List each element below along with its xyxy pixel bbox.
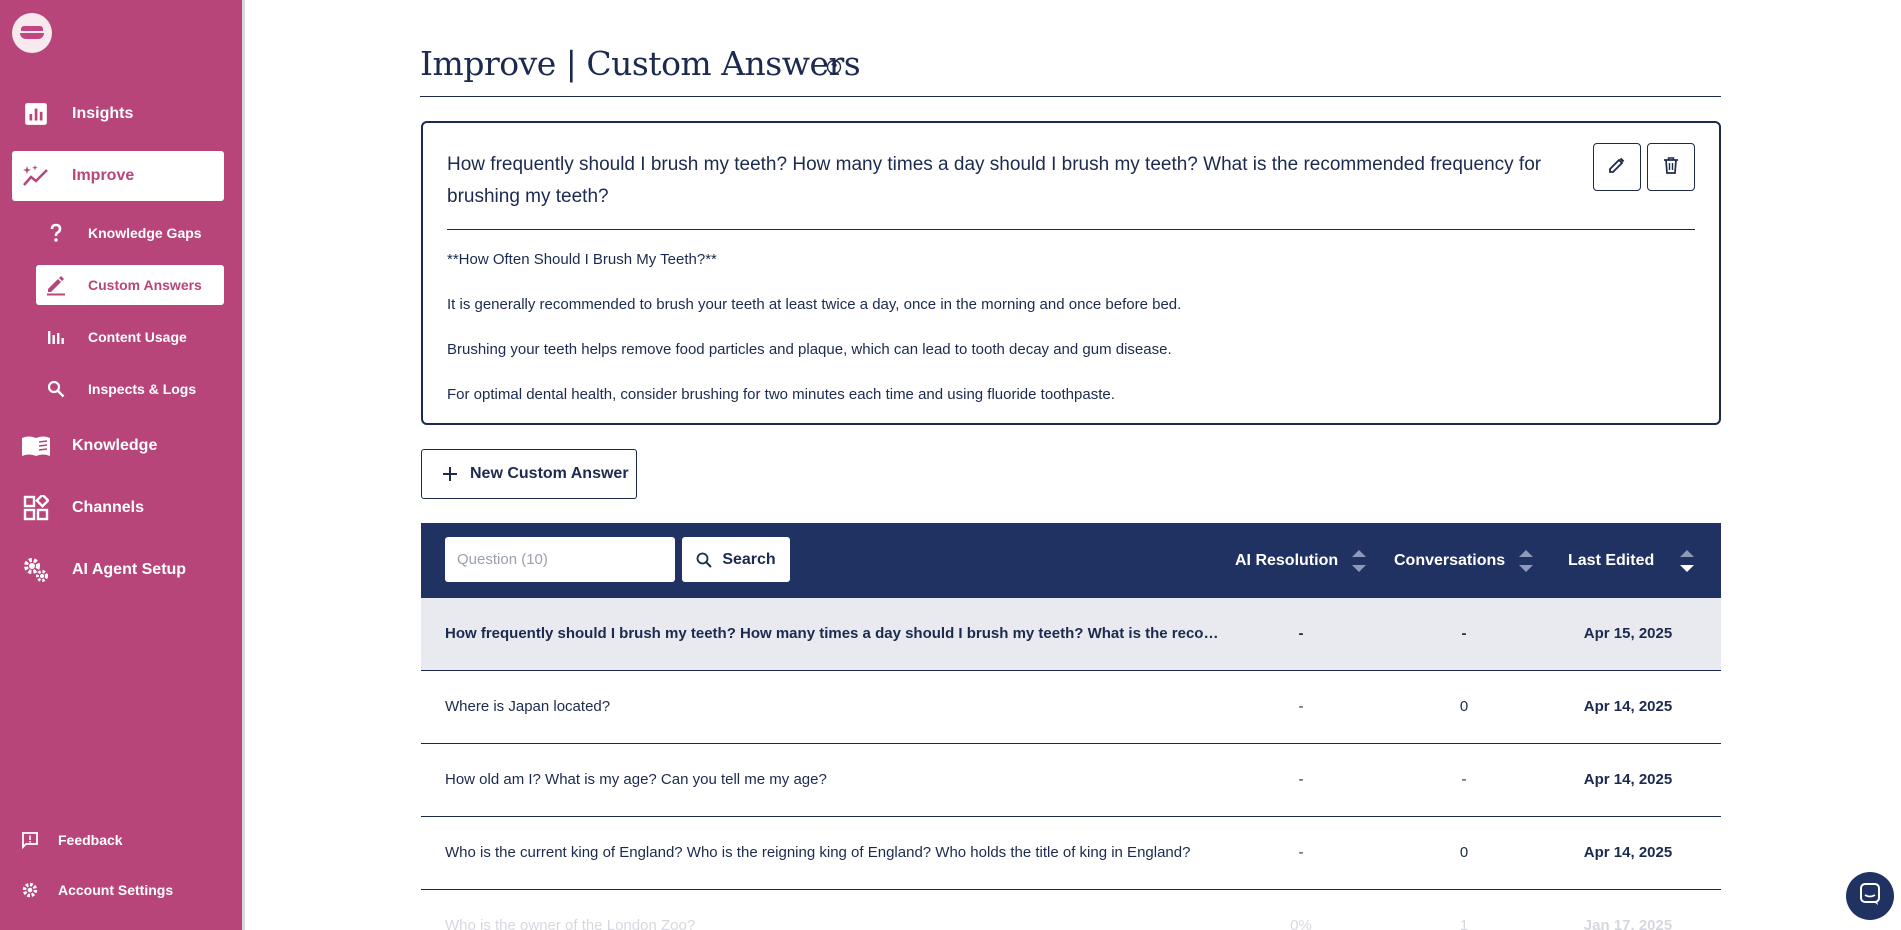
help-icon[interactable] — [826, 59, 842, 75]
new-custom-answer-button[interactable]: New Custom Answer — [421, 449, 637, 499]
row-conversations: - — [1461, 771, 1467, 788]
detail-divider — [447, 229, 1695, 230]
nav-knowledge[interactable]: Knowledge — [12, 421, 224, 471]
row-conversations: 0 — [1459, 698, 1469, 715]
row-last-edited: Apr 14, 2025 — [1583, 844, 1673, 861]
nav-channels[interactable]: Channels — [12, 483, 224, 533]
bars-icon — [36, 329, 76, 345]
sort-icon[interactable] — [1519, 549, 1534, 572]
answer-paragraph: Brushing your teeth helps remove food pa… — [447, 341, 1172, 358]
answer-paragraph: For optimal dental health, consider brus… — [447, 386, 1115, 403]
plus-icon — [442, 466, 458, 482]
feedback-icon — [12, 831, 48, 849]
sub-inspects-logs-label: Inspects & Logs — [88, 381, 197, 397]
row-last-edited: Jan 17, 2025 — [1583, 917, 1673, 930]
row-last-edited: Apr 14, 2025 — [1583, 771, 1673, 788]
widgets-icon — [12, 495, 60, 521]
column-conversations[interactable]: Conversations — [1394, 523, 1534, 598]
trash-icon — [1661, 155, 1681, 180]
feedback-label: Feedback — [58, 832, 123, 848]
chat-icon — [1858, 882, 1882, 911]
page-title: Improve | Custom Answers — [420, 44, 861, 83]
title-divider — [420, 96, 1721, 97]
column-ai-resolution[interactable]: AI Resolution — [1235, 523, 1367, 598]
edit-button[interactable] — [1593, 143, 1641, 191]
row-conversations: 0 — [1459, 844, 1469, 861]
table-row[interactable]: Who is the current king of England? Who … — [421, 817, 1721, 890]
new-custom-answer-label: New Custom Answer — [470, 465, 629, 482]
row-last-edited: Apr 15, 2025 — [1583, 625, 1673, 642]
table-row[interactable]: Who is the owner of the London Zoo? 0% 1… — [421, 890, 1721, 930]
pencil-icon — [36, 274, 76, 296]
row-ai-resolution: - — [1298, 698, 1304, 715]
table-header: Search AI Resolution Conversations Last … — [421, 523, 1721, 598]
table-row[interactable]: Where is Japan located? - 0 Apr 14, 2025 — [421, 671, 1721, 744]
sub-inspects-logs[interactable]: Inspects & Logs — [36, 369, 224, 409]
sub-knowledge-gaps[interactable]: Knowledge Gaps — [36, 213, 224, 253]
sparkle-trend-icon — [12, 163, 60, 189]
answer-paragraph: **How Often Should I Brush My Teeth?** — [447, 251, 717, 268]
table-row[interactable]: How old am I? What is my age? Can you te… — [421, 744, 1721, 817]
magnifier-icon — [36, 380, 76, 398]
column-conversations-label: Conversations — [1394, 551, 1506, 569]
row-question: Where is Japan located? — [445, 698, 611, 715]
sub-content-usage-label: Content Usage — [88, 329, 187, 345]
nav-insights-label: Insights — [72, 105, 134, 122]
nav-ai-agent-setup-label: AI Agent Setup — [72, 561, 187, 578]
nav-ai-agent-setup[interactable]: AI Agent Setup — [12, 545, 224, 595]
chat-launcher-button[interactable] — [1846, 872, 1894, 920]
account-settings-label: Account Settings — [58, 882, 174, 898]
detail-answer: **How Often Should I Brush My Teeth?** I… — [447, 251, 1687, 431]
search-input[interactable] — [445, 537, 675, 582]
row-conversations: 1 — [1459, 917, 1469, 930]
row-conversations: - — [1461, 625, 1467, 642]
delete-button[interactable] — [1647, 143, 1695, 191]
row-question: How old am I? What is my age? Can you te… — [445, 771, 827, 788]
nav-improve[interactable]: Improve — [12, 151, 224, 201]
pencil-icon — [1607, 155, 1627, 180]
feedback-link[interactable]: Feedback — [12, 822, 224, 858]
app-logo[interactable] — [12, 13, 52, 53]
sidebar: Insights Improve Knowledge Gaps Custom A… — [0, 0, 245, 930]
column-last-edited-label: Last Edited — [1568, 551, 1655, 569]
row-question: Who is the owner of the London Zoo? — [445, 917, 696, 930]
row-last-edited: Apr 14, 2025 — [1583, 698, 1673, 715]
detail-question: How frequently should I brush my teeth? … — [447, 154, 1542, 207]
sub-custom-answers[interactable]: Custom Answers — [36, 265, 224, 305]
custom-answer-detail: How frequently should I brush my teeth? … — [421, 121, 1721, 425]
nav-insights[interactable]: Insights — [12, 89, 224, 139]
row-ai-resolution: 0% — [1290, 917, 1312, 930]
row-ai-resolution: - — [1298, 844, 1304, 861]
sub-content-usage[interactable]: Content Usage — [36, 317, 224, 357]
sub-custom-answers-label: Custom Answers — [88, 277, 202, 293]
search-icon — [696, 552, 713, 568]
column-last-edited[interactable]: Last Edited — [1568, 523, 1695, 598]
row-question: How frequently should I brush my teeth? … — [445, 625, 1219, 642]
custom-answers-table: How frequently should I brush my teeth? … — [421, 598, 1721, 930]
row-question: Who is the current king of England? Who … — [445, 844, 1191, 861]
sort-desc-icon[interactable] — [1680, 549, 1695, 572]
column-ai-resolution-label: AI Resolution — [1235, 551, 1339, 569]
row-ai-resolution: - — [1298, 771, 1304, 788]
open-book-icon — [12, 434, 60, 458]
table-row[interactable]: How frequently should I brush my teeth? … — [421, 598, 1721, 671]
account-settings-link[interactable]: Account Settings — [12, 872, 224, 908]
nav-improve-label: Improve — [72, 167, 135, 184]
question-mark-icon — [36, 223, 76, 243]
sort-icon[interactable] — [1352, 549, 1367, 572]
nav-knowledge-label: Knowledge — [72, 437, 158, 454]
gear-icon — [12, 881, 48, 899]
nav-channels-label: Channels — [72, 499, 145, 516]
bar-chart-icon — [12, 101, 60, 127]
search-button[interactable]: Search — [682, 537, 790, 582]
gears-icon — [12, 556, 60, 584]
answer-paragraph: It is generally recommended to brush you… — [447, 296, 1182, 313]
row-ai-resolution: - — [1298, 625, 1304, 642]
sub-knowledge-gaps-label: Knowledge Gaps — [88, 225, 202, 241]
search-label: Search — [722, 550, 776, 568]
